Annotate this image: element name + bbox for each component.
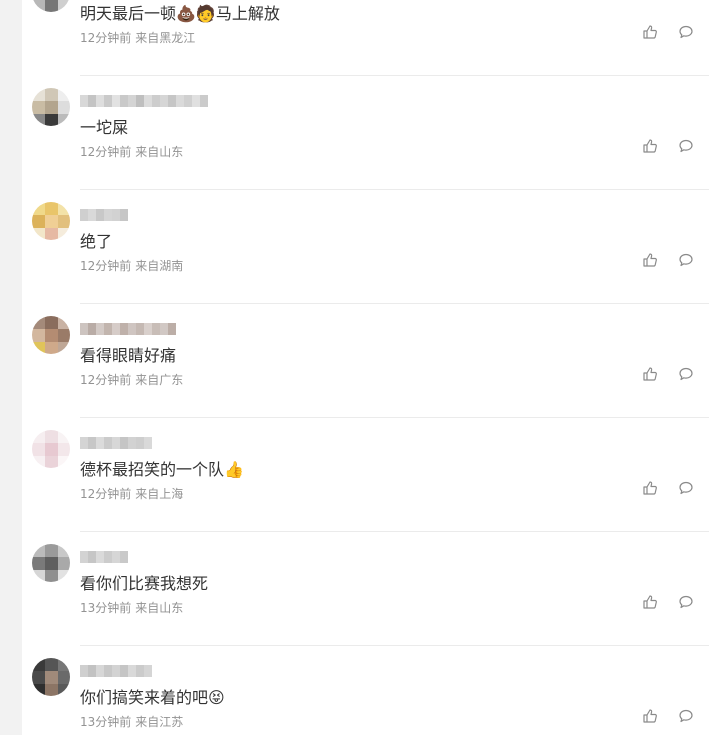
comment-bubble-icon[interactable] [678,708,694,724]
comment-time: 12分钟前 [80,259,132,273]
comment-time: 12分钟前 [80,487,132,501]
comment-time: 12分钟前 [80,145,132,159]
comment-text: 看得眼睛好痛 [80,346,177,365]
comment-time: 13分钟前 [80,715,132,729]
comment-text: 明天最后一顿💩🧑马上解放 [80,4,280,23]
comment-item: 看你们比赛我想死 13分钟前 来自山东 [22,532,720,646]
username-blurred[interactable] [80,551,128,563]
comment-time: 13分钟前 [80,601,132,615]
avatar[interactable] [32,202,70,240]
comment-bubble-icon[interactable] [678,24,694,40]
thumbs-up-icon[interactable] [642,138,658,154]
comment-list: 明天最后一顿💩🧑马上解放 12分钟前来自黑龙江 一坨屎 12分钟前来自山东 [22,0,720,735]
comment-time: 12分钟前 [80,31,132,45]
comment-text: 德杯最招笑的一个队👍 [80,460,244,479]
avatar[interactable] [32,0,70,12]
comment-bubble-icon[interactable] [678,594,694,610]
comment-bubble-icon[interactable] [678,480,694,496]
comment-item: 看得眼睛好痛 12分钟前 来自广东 [22,304,720,418]
avatar[interactable] [32,430,70,468]
thumbs-up-icon[interactable] [642,252,658,268]
thumbs-up-icon[interactable] [642,594,658,610]
thumbs-up-icon[interactable] [642,480,658,496]
comment-bubble-icon[interactable] [678,366,694,382]
comment-location: 来自黑龙江 [135,31,196,45]
comment-meta: 12分钟前 来自广东 [80,371,183,388]
thumbs-up-icon[interactable] [642,708,658,724]
avatar[interactable] [32,544,70,582]
comment-item: 一坨屎 12分钟前 来自山东 [22,76,720,190]
comment-location: 来自山东 [135,145,184,159]
username-blurred[interactable] [80,665,152,677]
comment-location: 来自山东 [135,601,184,615]
avatar[interactable] [32,88,70,126]
comment-meta: 13分钟前 来自山东 [80,599,183,616]
comment-item: 德杯最招笑的一个队👍 12分钟前 来自上海 [22,418,720,532]
thumbs-up-icon[interactable] [642,366,658,382]
comment-location: 来自上海 [135,487,184,501]
avatar[interactable] [32,316,70,354]
comment-meta: 13分钟前 来自江苏 [80,713,183,730]
comment-bubble-icon[interactable] [678,252,694,268]
comment-location: 来自广东 [135,373,184,387]
username-blurred[interactable] [80,95,208,107]
comment-text: 绝了 [80,232,113,251]
thumbs-up-icon[interactable] [642,24,658,40]
avatar[interactable] [32,658,70,696]
comment-bubble-icon[interactable] [678,138,694,154]
comment-text: 你们搞笑来着的吧😝 [80,688,225,707]
comment-time: 12分钟前 [80,373,132,387]
comment-text: 看你们比赛我想死 [80,574,209,593]
comment-meta: 12分钟前 来自山东 [80,143,183,160]
comment-item: 绝了 12分钟前 来自湖南 [22,190,720,304]
comment-item: 明天最后一顿💩🧑马上解放 12分钟前 来自黑龙江 [22,0,720,76]
comment-location: 来自江苏 [135,715,184,729]
comment-meta: 12分钟前 来自湖南 [80,257,183,274]
comment-meta: 12分钟前 来自黑龙江 [80,29,195,46]
username-blurred[interactable] [80,209,128,221]
username-blurred[interactable] [80,437,152,449]
comment-text: 一坨屎 [80,118,129,137]
username-blurred[interactable] [80,323,176,335]
comment-location: 来自湖南 [135,259,184,273]
comment-meta: 12分钟前 来自上海 [80,485,183,502]
comment-item: 你们搞笑来着的吧😝 13分钟前 来自江苏 [22,646,720,735]
